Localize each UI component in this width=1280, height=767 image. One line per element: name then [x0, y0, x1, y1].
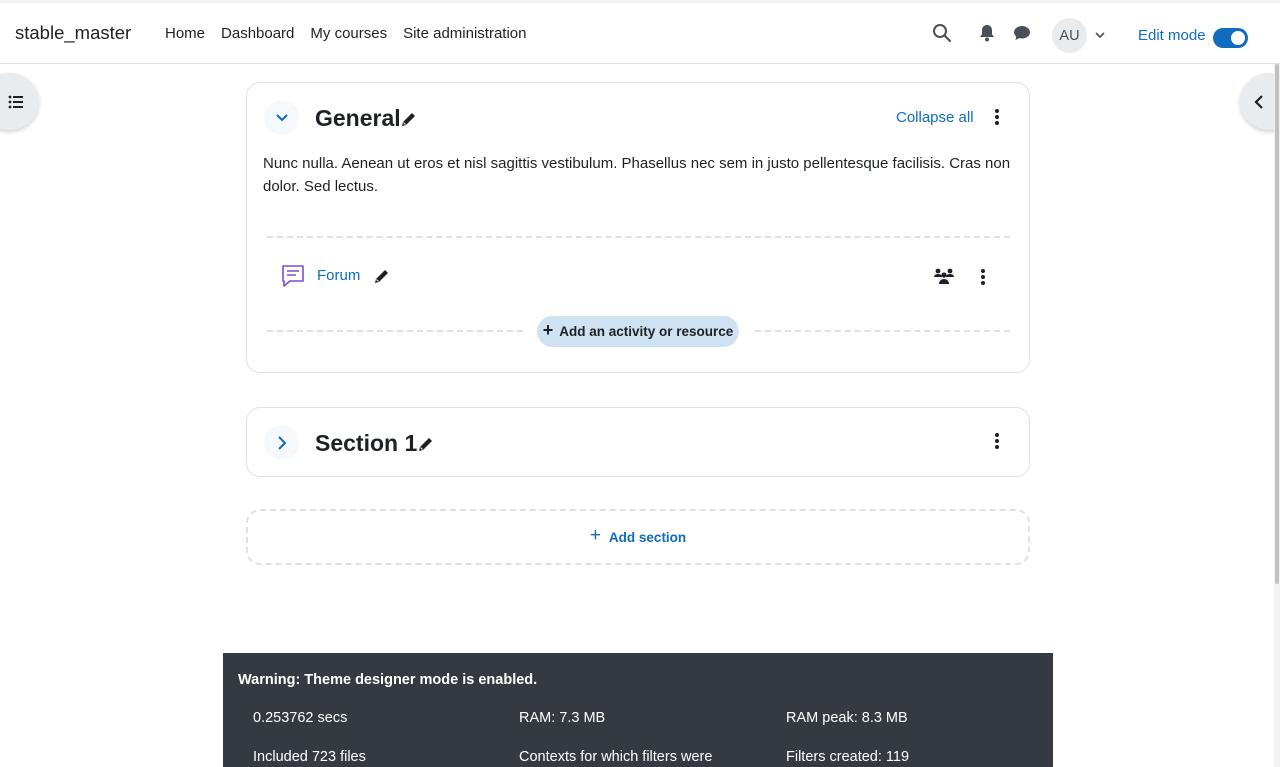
course-page: stable_master Home Dashboard My courses …: [0, 0, 1280, 767]
notifications-bell-icon[interactable]: [977, 23, 997, 43]
perf-ram-peak: RAM peak: 8.3 MB: [786, 710, 908, 726]
section-collapse-button[interactable]: [264, 100, 299, 135]
chevron-down-icon[interactable]: [1094, 29, 1106, 41]
section-title: Section 1: [315, 430, 418, 456]
add-activity-button[interactable]: + Add an activity or resource: [537, 316, 739, 347]
user-avatar[interactable]: AU: [1052, 18, 1087, 53]
kebab-menu-icon[interactable]: [994, 108, 1000, 126]
messages-chat-icon[interactable]: [1012, 23, 1032, 43]
primary-navigation: Home Dashboard My courses Site administr…: [165, 25, 527, 42]
chevron-right-icon: [278, 436, 287, 450]
perf-ram: RAM: 7.3 MB: [519, 710, 606, 726]
avatar-initials: AU: [1059, 27, 1080, 44]
plus-icon: +: [589, 524, 601, 546]
edit-pencil-icon[interactable]: [373, 268, 390, 285]
add-activity-divider-right: [755, 330, 1010, 332]
perf-included-files: Included 723 files: [253, 749, 366, 765]
list-icon: [8, 95, 23, 109]
theme-designer-warning: Warning: Theme designer mode is enabled.: [238, 672, 538, 688]
section-expand-button[interactable]: [264, 425, 299, 460]
nav-home[interactable]: Home: [165, 25, 205, 42]
perf-filters-created: Filters created: 119: [786, 749, 910, 765]
edit-pencil-icon[interactable]: [400, 111, 417, 128]
course-index-drawer-toggle[interactable]: [0, 73, 39, 130]
add-activity-label: Add an activity or resource: [559, 324, 734, 339]
section-general: General Collapse all Nunc nulla. Aenean …: [246, 82, 1030, 373]
site-brand[interactable]: stable_master: [15, 22, 131, 44]
perf-contexts-filters: Contexts for which filters were: [519, 749, 713, 765]
nav-my-courses[interactable]: My courses: [310, 25, 387, 42]
perf-time: 0.253762 secs: [253, 710, 348, 726]
nav-site-administration[interactable]: Site administration: [403, 25, 526, 42]
activity-forum-link[interactable]: Forum: [317, 267, 360, 284]
add-activity-divider-left: [267, 330, 523, 332]
performance-info-footer: Warning: Theme designer mode is enabled.…: [223, 653, 1053, 767]
forum-icon: [282, 265, 304, 287]
page-scrollbar-thumb[interactable]: [1275, 64, 1279, 584]
chevron-left-icon: [1254, 95, 1263, 109]
kebab-menu-icon[interactable]: [994, 432, 1000, 450]
collapse-all-link[interactable]: Collapse all: [896, 109, 974, 126]
group-mode-icon[interactable]: [933, 266, 955, 286]
edit-pencil-icon[interactable]: [417, 436, 434, 453]
add-section-button[interactable]: + Add section: [246, 509, 1030, 565]
add-section-label: Add section: [608, 529, 687, 545]
search-icon[interactable]: [932, 23, 952, 43]
section-1: Section 1: [246, 407, 1030, 477]
activity-divider: [267, 236, 1010, 238]
top-navbar: stable_master Home Dashboard My courses …: [0, 0, 1280, 64]
chevron-down-icon: [276, 114, 288, 122]
edit-mode-toggle[interactable]: [1213, 28, 1248, 48]
nav-dashboard[interactable]: Dashboard: [221, 25, 294, 42]
plus-icon: +: [542, 320, 554, 340]
activity-kebab-menu-icon[interactable]: [980, 268, 986, 286]
edit-mode-label: Edit mode: [1138, 27, 1206, 44]
section-summary: Nunc nulla. Aenean ut eros et nisl sagit…: [263, 155, 1011, 195]
section-title: General: [315, 105, 401, 131]
